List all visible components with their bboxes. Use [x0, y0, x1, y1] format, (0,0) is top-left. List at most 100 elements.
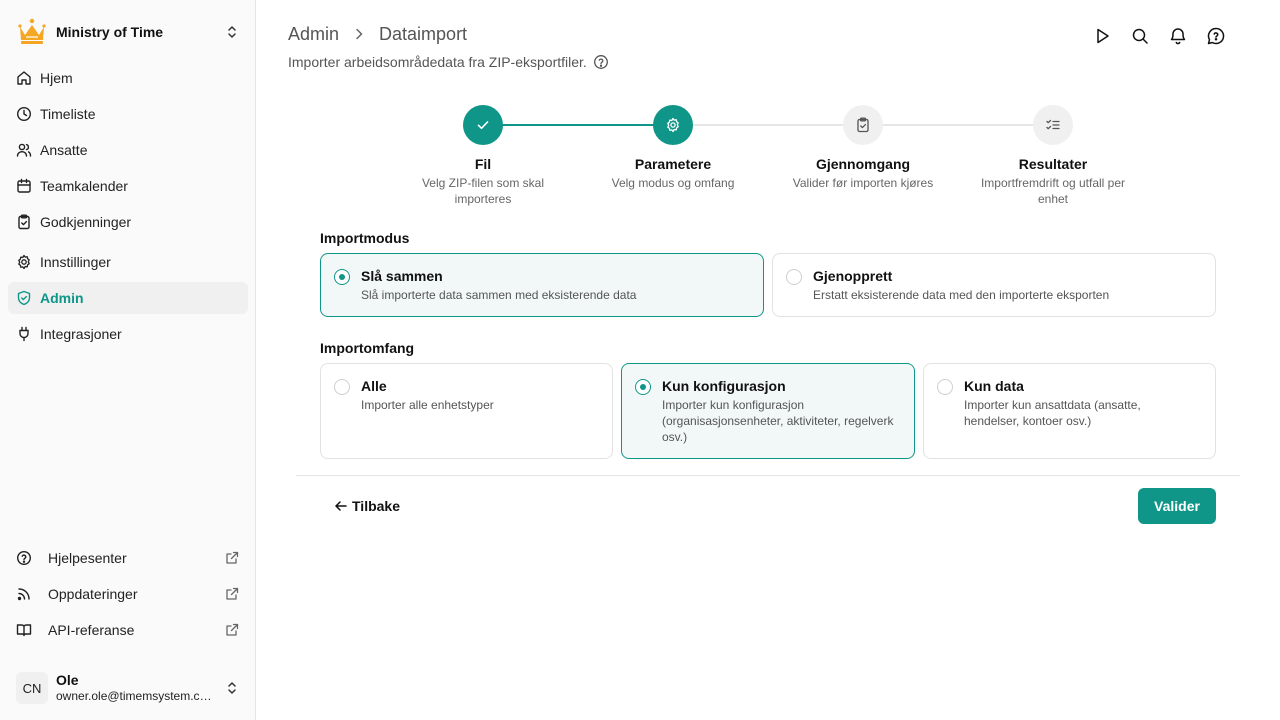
option-title: Kun data [964, 378, 1024, 394]
option-desc: Importer alle enhetstyper [361, 398, 494, 412]
step-desc: Importfremdrift og utfall per enhet [980, 176, 1126, 206]
user-name: Ole [56, 672, 79, 688]
rss-icon [17, 588, 30, 601]
option-desc: Importer kun ansattdata (ansatte, hendel… [964, 398, 1141, 428]
user-email: owner.ole@timemsystem.com [56, 689, 216, 703]
calendar-icon [17, 178, 31, 193]
sidebar-item-label: Timeliste [40, 106, 96, 122]
import-mode-label: Importmodus [320, 230, 410, 246]
sidebar-item-label: Teamkalender [40, 178, 128, 194]
footer-link-api-referanse[interactable]: API-referanse [8, 614, 248, 646]
step-desc: Velg modus og omfang [611, 176, 735, 190]
crown-icon [18, 18, 46, 44]
sidebar-item-teamkalender[interactable]: Teamkalender [8, 170, 248, 202]
gear-icon [18, 254, 30, 270]
import-scope-data-option[interactable]: Kun data Importer kun ansattdata (ansatt… [923, 363, 1216, 459]
chevron-up-down-icon [228, 26, 236, 38]
shield-check-icon [17, 290, 31, 306]
radio-button[interactable] [635, 379, 651, 395]
check-icon [477, 121, 489, 130]
page-subtitle: Importer arbeidsområdedata fra ZIP-ekspo… [288, 54, 609, 70]
bell-icon[interactable] [1168, 26, 1188, 46]
org-switcher[interactable]: Ministry of Time [8, 12, 248, 52]
gear-icon [667, 117, 679, 133]
divider [296, 475, 1240, 476]
org-name: Ministry of Time [56, 24, 164, 40]
footer-link-hjelpesenter[interactable]: Hjelpesenter [8, 542, 248, 574]
search-icon[interactable] [1130, 26, 1150, 46]
sidebar-item-label: Integrasjoner [40, 326, 122, 342]
external-link-icon [226, 587, 239, 600]
book-icon [16, 624, 32, 637]
option-desc: Erstatt eksisterende data med den import… [813, 288, 1110, 302]
sidebar-item-innstillinger[interactable]: Innstillinger [8, 246, 248, 278]
sidebar-item-ansatte[interactable]: Ansatte [8, 134, 248, 166]
help-circle-icon[interactable] [593, 54, 609, 70]
sidebar-item-hjem[interactable]: Hjem [8, 62, 248, 94]
user-info: Ole owner.ole@timemsystem.com [56, 672, 224, 704]
option-title: Alle [361, 378, 387, 394]
step-desc: Velg ZIP-filen som skal importeres [421, 176, 545, 206]
option-title: Kun konfigurasjon [662, 378, 786, 394]
footer-link-label: Oppdateringer [48, 586, 138, 602]
import-scope-all-option[interactable]: Alle Importer alle enhetstyper [320, 363, 613, 459]
radio-button[interactable] [334, 379, 350, 395]
external-link-icon [226, 551, 239, 564]
import-mode-restore-option[interactable]: Gjenopprett Erstatt eksisterende data me… [772, 253, 1216, 317]
option-desc: Slå importerte data sammen med eksistere… [361, 288, 637, 302]
step-circle [463, 105, 503, 145]
radio-button[interactable] [786, 269, 802, 285]
breadcrumb-dataimport: Dataimport [379, 23, 468, 44]
import-mode-merge-option[interactable]: Slå sammen Slå importerte data sammen me… [320, 253, 764, 317]
sidebar-item-label: Hjem [40, 70, 73, 86]
clipboard-check-icon [857, 117, 869, 133]
radio-button[interactable] [334, 269, 350, 285]
chevron-right-icon [356, 28, 363, 40]
play-icon[interactable] [1092, 26, 1112, 46]
step-gjennomgang[interactable]: Gjennomgang Valider før importen kjøres [768, 105, 958, 191]
clock-icon [16, 106, 32, 122]
step-title: Resultater [1018, 156, 1088, 172]
footer-link-label: API-referanse [48, 622, 135, 638]
import-scope-config-option[interactable]: Kun konfigurasjon Importer kun konfigura… [621, 363, 915, 459]
import-scope-label: Importomfang [320, 340, 415, 356]
footer-link-label: Hjelpesenter [48, 550, 127, 566]
step-fil[interactable]: Fil Velg ZIP-filen som skal importeres [388, 105, 578, 207]
arrow-left-icon [335, 501, 347, 511]
back-button[interactable]: Tilbake [334, 496, 400, 516]
breadcrumb: Admin Dataimport [288, 22, 467, 46]
sidebar-item-label: Ansatte [40, 142, 88, 158]
sidebar: Ministry of Time Hjem Timeliste Ansatte … [0, 0, 256, 720]
footer-link-oppdateringer[interactable]: Oppdateringer [8, 578, 248, 610]
back-button-label: Tilbake [352, 498, 400, 514]
breadcrumb-admin[interactable]: Admin [288, 24, 339, 45]
list-checks-icon [1046, 119, 1060, 130]
step-title: Gjennomgang [815, 156, 911, 172]
sidebar-item-integrasjoner[interactable]: Integrasjoner [8, 318, 248, 350]
step-resultater[interactable]: Resultater Importfremdrift og utfall per… [958, 105, 1148, 207]
chevron-up-down-icon [228, 682, 236, 694]
page-subtitle-text: Importer arbeidsområdedata fra ZIP-ekspo… [288, 54, 587, 70]
footer-nav: Hjelpesenter Oppdateringer API-referanse [8, 542, 248, 650]
import-stepper: Fil Velg ZIP-filen som skal importeres P… [388, 105, 1148, 215]
step-circle [1033, 105, 1073, 145]
external-link-icon [226, 623, 239, 636]
plug-icon [19, 326, 29, 342]
option-title: Gjenopprett [813, 268, 893, 284]
step-circle [843, 105, 883, 145]
sidebar-item-label: Admin [40, 290, 84, 306]
chat-help-icon[interactable] [1206, 26, 1226, 46]
avatar: CN [16, 672, 48, 704]
sidebar-item-godkjenninger[interactable]: Godkjenninger [8, 206, 248, 238]
validate-button[interactable]: Valider [1138, 488, 1216, 524]
step-circle [653, 105, 693, 145]
option-desc: Importer kun konfigurasjon (organisasjon… [662, 398, 894, 444]
sidebar-item-admin[interactable]: Admin [8, 282, 248, 314]
radio-button[interactable] [937, 379, 953, 395]
sidebar-item-timeliste[interactable]: Timeliste [8, 98, 248, 130]
home-icon [17, 71, 31, 85]
step-parametere[interactable]: Parametere Velg modus og omfang [578, 105, 768, 191]
user-menu[interactable]: CN Ole owner.ole@timemsystem.com [8, 664, 248, 712]
clipboard-check-icon [18, 214, 30, 230]
step-title: Fil [474, 156, 492, 172]
